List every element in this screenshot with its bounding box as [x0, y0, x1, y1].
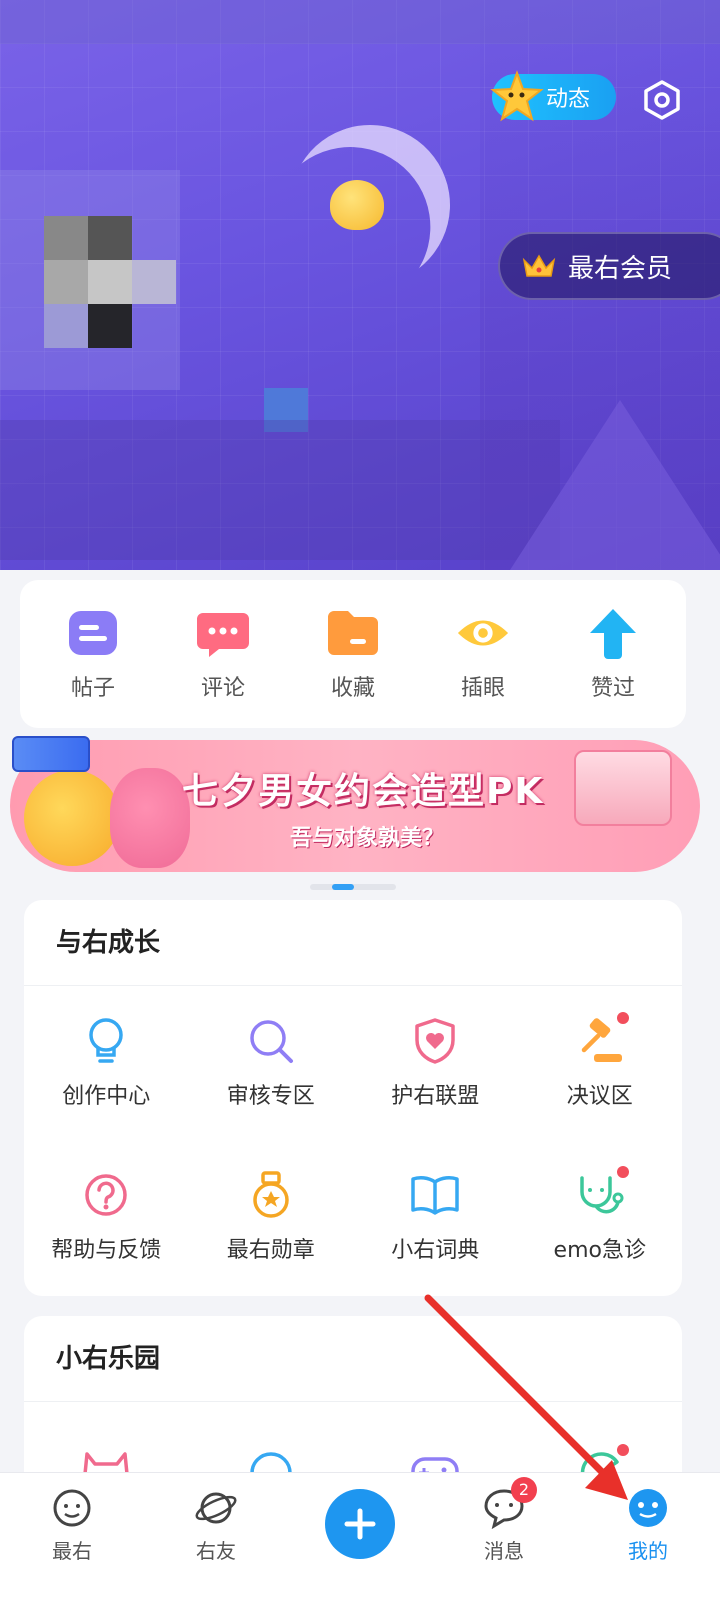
crown-icon [522, 254, 556, 277]
quick-actions-card: 帖子 评论 收藏 插眼 赞过 [20, 580, 686, 728]
medal-icon [246, 1170, 296, 1220]
unread-badge: 2 [511, 1477, 537, 1503]
notification-dot [616, 1012, 629, 1024]
add-button [325, 1489, 395, 1559]
thumb-up-arrow-icon [586, 606, 640, 660]
grid-item-medals[interactable]: 最右勋章 [189, 1140, 354, 1294]
quick-action-label: 评论 [200, 676, 245, 701]
settings-button[interactable] [640, 78, 684, 122]
grid-item-dictionary[interactable]: 小右词典 [353, 1140, 518, 1294]
quick-action-bookmark-eye[interactable]: 插眼 [428, 606, 538, 702]
camera-illustration [574, 750, 672, 826]
grid-item-review-zone[interactable]: 审核专区 [189, 986, 354, 1140]
grid-item-label: 帮助与反馈 [51, 1238, 162, 1263]
profile-header: 动态 最右会员 [0, 0, 720, 570]
quick-action-label: 插眼 [460, 676, 505, 701]
post-icon [66, 606, 120, 660]
growth-section: 与右成长 创作中心 审核专区 护右联盟 决议区 帮助与反馈 最右勋章 小右词典 … [24, 900, 682, 1296]
book-icon [410, 1170, 460, 1220]
vip-label: 最右会员 [568, 253, 673, 284]
plus-icon [344, 1508, 376, 1540]
tab-label: 我的 [628, 1539, 668, 1563]
tab-messages[interactable]: 2 消息 [449, 1477, 559, 1564]
grid-item-label: 小右词典 [391, 1238, 480, 1263]
dynamic-label: 动态 [546, 87, 591, 112]
quick-action-label: 收藏 [330, 676, 375, 701]
bottom-tab-bar: 最右 右友 2 消息 我的 [0, 1472, 720, 1600]
quick-action-posts[interactable]: 帖子 [38, 606, 148, 702]
banner-mascot-pink [110, 768, 190, 868]
message-icon: 2 [481, 1477, 537, 1531]
notification-dot [616, 1166, 629, 1178]
banner-pagination-active [332, 884, 354, 890]
quick-action-liked[interactable]: 赞过 [558, 606, 668, 702]
grid-item-label: 创作中心 [62, 1084, 151, 1109]
hexagon-settings-icon [644, 80, 680, 120]
question-icon [81, 1170, 131, 1220]
grid-item-guard-alliance[interactable]: 护右联盟 [353, 986, 518, 1140]
eye-icon [456, 606, 510, 660]
planet-icon [193, 1485, 239, 1531]
star-mascot-icon [490, 70, 544, 122]
quick-action-favorites[interactable]: 收藏 [298, 606, 408, 702]
grid-item-help-feedback[interactable]: 帮助与反馈 [24, 1140, 189, 1294]
comment-icon [196, 606, 250, 660]
gavel-icon [575, 1012, 629, 1066]
home-face-icon [49, 1485, 95, 1531]
grid-item-label: 护右联盟 [391, 1084, 480, 1109]
lightbulb-icon [81, 1016, 131, 1066]
section-title: 与右成长 [24, 900, 682, 986]
banner-title: 七夕男女约会造型PK [182, 771, 545, 812]
quick-action-label: 赞过 [590, 676, 635, 701]
vip-membership-button[interactable]: 最右会员 [498, 232, 720, 300]
grid-item-emo-emergency[interactable]: emo急诊 [518, 1140, 683, 1294]
tab-label: 右友 [196, 1539, 236, 1563]
tab-friends[interactable]: 右友 [161, 1485, 271, 1564]
quick-action-comments[interactable]: 评论 [168, 606, 278, 702]
tab-label: 消息 [484, 1539, 524, 1563]
banner-mascot-yellow [24, 770, 120, 866]
grid-item-label: 决议区 [566, 1084, 633, 1109]
tab-label: 最右 [52, 1539, 92, 1563]
notification-dot [616, 1444, 629, 1456]
banner-tag [12, 736, 90, 772]
banner-subtitle: 吾与对象孰美？ [290, 826, 445, 851]
shield-heart-icon [410, 1016, 460, 1066]
stethoscope-icon [575, 1166, 629, 1220]
banner-pagination [310, 884, 396, 890]
grid-item-label: emo急诊 [553, 1238, 646, 1263]
grid-item-label: 审核专区 [226, 1084, 315, 1109]
grid-item-creator-center[interactable]: 创作中心 [24, 986, 189, 1140]
magnifier-icon [246, 1016, 296, 1066]
profile-icon [625, 1485, 671, 1531]
section-title: 小右乐园 [24, 1316, 682, 1402]
grid-item-label: 最右勋章 [226, 1238, 315, 1263]
folder-icon [326, 606, 380, 660]
grid-item-resolution-zone[interactable]: 决议区 [518, 986, 683, 1140]
create-post-button[interactable] [305, 1485, 415, 1559]
promo-banner[interactable]: 七夕男女约会造型PK 吾与对象孰美？ [10, 740, 700, 872]
tab-home[interactable]: 最右 [17, 1485, 127, 1564]
mascot-illustration [330, 180, 384, 230]
quick-action-label: 帖子 [70, 676, 115, 701]
tab-me[interactable]: 我的 [593, 1485, 703, 1564]
